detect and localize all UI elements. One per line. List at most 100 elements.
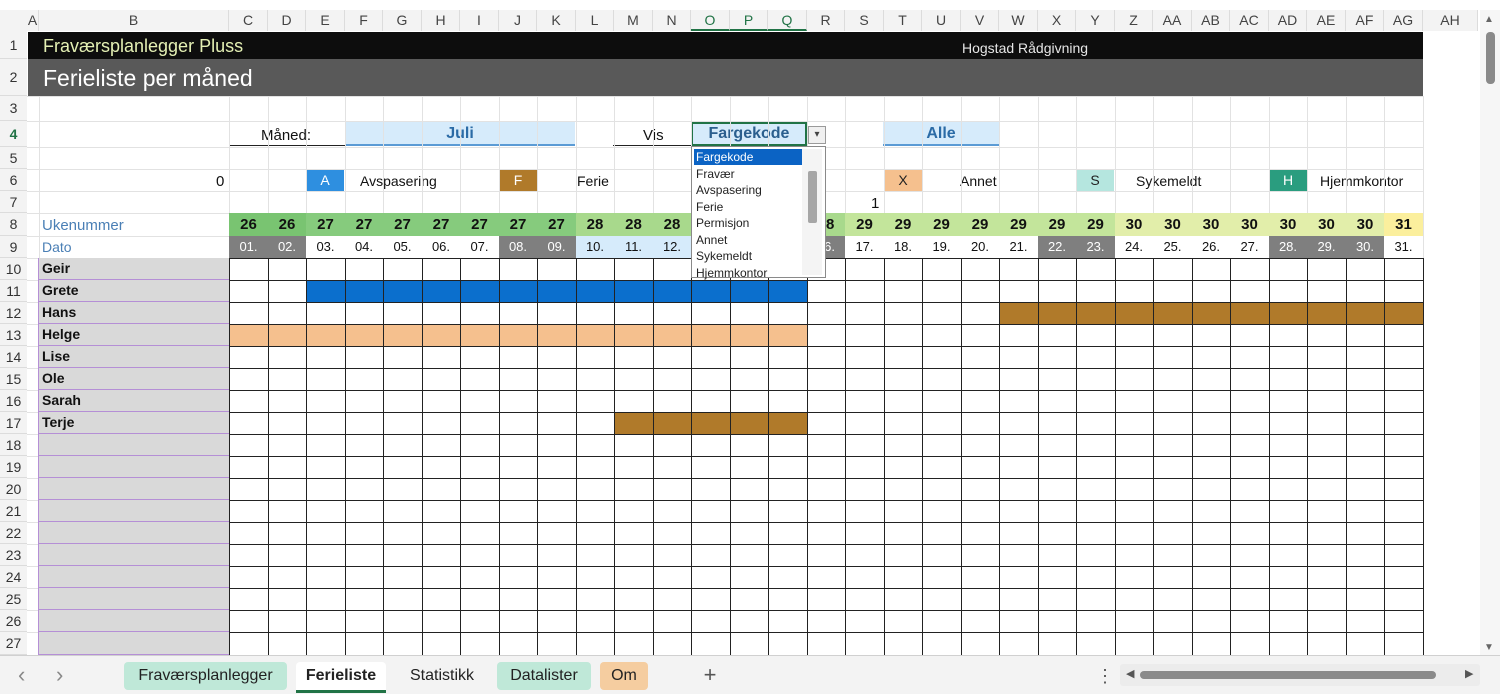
column-header-k[interactable]: K [537,10,576,31]
employee-cell[interactable] [39,632,229,655]
row-header-18[interactable]: 18 [0,434,27,456]
dropdown-option[interactable]: Permisjon [694,215,803,231]
employee-cell[interactable] [39,500,229,522]
employee-cell[interactable]: Geir [39,258,229,280]
row-header-11[interactable]: 11 [0,280,27,302]
vis-value-cell[interactable]: Fargekode [691,122,807,146]
column-header-s[interactable]: S [845,10,884,31]
employee-cell[interactable]: Lise [39,346,229,368]
column-header-c[interactable]: C [229,10,268,31]
column-header-o[interactable]: O [691,10,730,31]
employee-cell[interactable] [39,434,229,456]
row-header-23[interactable]: 23 [0,544,27,566]
column-header-h[interactable]: H [422,10,460,31]
employee-cell[interactable] [39,522,229,544]
row-header-9[interactable]: 9 [0,236,27,258]
employee-cell[interactable]: Helge [39,324,229,346]
column-header-g[interactable]: G [383,10,422,31]
vertical-scrollbar[interactable] [1480,10,1500,655]
column-header-x[interactable]: X [1038,10,1076,31]
column-header-w[interactable]: W [999,10,1038,31]
row-header-12[interactable]: 12 [0,302,27,324]
column-header-y[interactable]: Y [1076,10,1115,31]
row-header-1[interactable]: 1 [0,31,27,59]
dropdown-option[interactable]: Ferie [694,199,803,215]
add-sheet-button[interactable]: + [700,661,720,689]
row-header-2[interactable]: 2 [0,59,27,96]
employee-cell[interactable]: Ole [39,368,229,390]
tab-next-button[interactable]: › [56,662,72,688]
column-header-n[interactable]: N [653,10,691,31]
dropdown-option[interactable]: Fargekode [694,149,803,165]
fargekode-dropdown-list[interactable]: Fargekode Fravær Avspasering Ferie Permisjon… [691,146,826,280]
scroll-left-arrow[interactable]: ◀ [1126,667,1134,680]
column-header-l[interactable]: L [576,10,614,31]
row-header-27[interactable]: 27 [0,632,27,655]
filter-value-cell[interactable]: Alle [883,122,999,146]
column-header-a[interactable]: A [27,10,39,31]
horizontal-scroll-thumb[interactable] [1140,671,1436,679]
absence-bar-f[interactable] [614,412,807,434]
column-header-ag[interactable]: AG [1384,10,1423,31]
row-header-16[interactable]: 16 [0,390,27,412]
column-header-e[interactable]: E [306,10,345,31]
column-header-j[interactable]: J [499,10,537,31]
vertical-scroll-thumb[interactable] [1486,32,1495,84]
employee-cell[interactable]: Grete [39,280,229,302]
row-header-20[interactable]: 20 [0,478,27,500]
employee-cell[interactable] [39,566,229,588]
column-header-v[interactable]: V [961,10,999,31]
row-header-6[interactable]: 6 [0,169,27,191]
tab-statistikk[interactable]: Statistikk [398,662,486,690]
row-header-13[interactable]: 13 [0,324,27,346]
scroll-right-arrow[interactable]: ▶ [1465,667,1473,680]
row-header-15[interactable]: 15 [0,368,27,390]
column-header-ae[interactable]: AE [1307,10,1346,31]
row-header-25[interactable]: 25 [0,588,27,610]
tab-ferieliste[interactable]: Ferieliste [296,662,386,693]
row-header-26[interactable]: 26 [0,610,27,632]
row-header-4[interactable]: 4 [0,121,27,147]
column-header-i[interactable]: I [460,10,499,31]
column-header-af[interactable]: AF [1346,10,1384,31]
dropdown-option[interactable]: Fravær [694,166,803,182]
row-header-7[interactable]: 7 [0,191,27,213]
row-header-3[interactable]: 3 [0,96,27,121]
column-header-p[interactable]: P [730,10,768,31]
dropdown-option[interactable]: Annet [694,232,803,248]
row-header-22[interactable]: 22 [0,522,27,544]
employee-cell[interactable]: Terje [39,412,229,434]
row-header-14[interactable]: 14 [0,346,27,368]
column-header-ah[interactable]: AH [1423,10,1478,31]
column-header-aa[interactable]: AA [1153,10,1192,31]
employee-cell[interactable] [39,478,229,500]
column-header-ab[interactable]: AB [1192,10,1230,31]
row-header-8[interactable]: 8 [0,213,27,236]
row-header-10[interactable]: 10 [0,258,27,280]
dropdown-arrow-button[interactable]: ▾ [808,126,826,144]
column-header-t[interactable]: T [884,10,922,31]
column-header-m[interactable]: M [614,10,653,31]
employee-cell[interactable] [39,544,229,566]
row-header-17[interactable]: 17 [0,412,27,434]
row-header-24[interactable]: 24 [0,566,27,588]
column-header-d[interactable]: D [268,10,306,31]
employee-cell[interactable]: Sarah [39,390,229,412]
more-options-icon[interactable]: ⋮ [1096,664,1114,688]
column-header-f[interactable]: F [345,10,383,31]
absence-bar-a[interactable] [306,280,807,302]
column-header-ac[interactable]: AC [1230,10,1269,31]
row-header-19[interactable]: 19 [0,456,27,478]
employee-cell[interactable]: Hans [39,302,229,324]
dropdown-scroll-thumb[interactable] [808,171,817,223]
dropdown-option[interactable]: Sykemeldt [694,248,803,264]
row-header-5[interactable]: 5 [0,147,27,169]
absence-bar-f[interactable] [999,302,1423,324]
employee-cell[interactable] [39,610,229,632]
absence-bar-x[interactable] [229,324,807,346]
dropdown-option[interactable]: Avspasering [694,182,803,198]
tab-om[interactable]: Om [600,662,648,690]
column-header-z[interactable]: Z [1115,10,1153,31]
tab-fravaersplanlegger[interactable]: Fraværsplanlegger [124,662,287,690]
column-header-r[interactable]: R [807,10,845,31]
